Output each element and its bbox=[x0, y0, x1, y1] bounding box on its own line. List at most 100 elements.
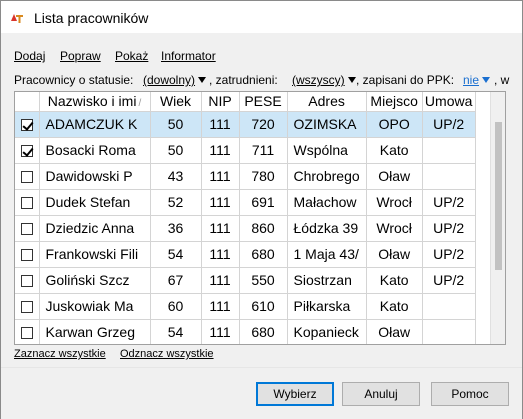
cell-contract bbox=[422, 293, 476, 320]
cell-city: Wrocł bbox=[366, 189, 423, 216]
status-filter-label: Pracownicy o statusie: bbox=[14, 73, 134, 87]
cell-city: Oław bbox=[366, 163, 423, 190]
cell-city: Kato bbox=[366, 293, 423, 320]
choose-button[interactable]: Wybierz bbox=[256, 382, 334, 406]
cell-name: Karwan Grzeg bbox=[39, 319, 151, 344]
help-button[interactable]: Pomoc bbox=[431, 382, 509, 406]
ppk-filter-dropdown[interactable]: nie bbox=[463, 73, 491, 87]
row-checkbox-cell bbox=[15, 241, 40, 268]
cell-address: Wspólna bbox=[287, 137, 367, 164]
table-row[interactable]: Dudek Stefan 52 111 691 Małachow Wrocł UP/2 bbox=[15, 189, 476, 216]
cell-name: Bosacki Roma bbox=[39, 137, 151, 164]
column-header-nip[interactable]: NIP bbox=[201, 92, 240, 112]
table-row[interactable]: Goliński Szcz 67 111 550 Siostrzan Kato UP/2 bbox=[15, 267, 476, 294]
checkbox-unchecked-icon[interactable] bbox=[20, 171, 33, 184]
deselect-all-link[interactable]: Odznacz wszystkie bbox=[120, 348, 214, 360]
sort-indicator-icon: / bbox=[138, 98, 142, 110]
column-header-check[interactable] bbox=[15, 92, 40, 112]
cell-age: 43 bbox=[150, 163, 202, 190]
employee-grid[interactable]: Nazwisko i imi / Wiek NIP PESE Adres Miej… bbox=[14, 91, 506, 345]
cell-name: Goliński Szcz bbox=[39, 267, 151, 294]
column-header-pesel[interactable]: PESE bbox=[239, 92, 288, 112]
row-checkbox-cell bbox=[15, 319, 40, 344]
table-row[interactable]: ADAMCZUK K 50 111 720 OZIMSKA OPO UP/2 bbox=[15, 111, 476, 138]
window-title: Lista pracowników bbox=[34, 10, 149, 26]
employment-filter-value: (wszyscy) bbox=[292, 73, 345, 87]
checkbox-unchecked-icon[interactable] bbox=[20, 327, 33, 340]
cell-age: 50 bbox=[150, 111, 202, 138]
cell-address: Chrobrego bbox=[287, 163, 367, 190]
cell-age: 52 bbox=[150, 189, 202, 216]
menu-add[interactable]: Dodaj bbox=[14, 49, 45, 63]
table-row[interactable]: Dawidowski P 43 111 780 Chrobrego Oław bbox=[15, 163, 476, 190]
table-header-row: Nazwisko i imi / Wiek NIP PESE Adres Miej… bbox=[15, 92, 476, 112]
column-header-name-label: Nazwisko i imi bbox=[47, 93, 137, 110]
employment-filter-dropdown[interactable]: (wszyscy) bbox=[292, 73, 356, 87]
table-row[interactable]: Dziedzic Anna 36 111 860 Łódzka 39 Wrocł UP/2 bbox=[15, 215, 476, 242]
cell-nip: 111 bbox=[201, 241, 240, 268]
cell-address: Małachow bbox=[287, 189, 367, 216]
button-bar: Wybierz Anuluj Pomoc bbox=[1, 367, 522, 419]
cell-city: Kato bbox=[366, 137, 423, 164]
select-all-link[interactable]: Zaznacz wszystkie bbox=[14, 348, 106, 360]
ppk-filter-label: , zapisani do PPK: bbox=[356, 73, 455, 87]
cell-contract bbox=[422, 319, 476, 344]
status-filter-dropdown[interactable]: (dowolny) bbox=[143, 73, 207, 87]
cell-nip: 111 bbox=[201, 111, 240, 138]
ppk-filter-value: nie bbox=[463, 73, 480, 87]
scrollbar-thumb[interactable] bbox=[495, 122, 502, 270]
cell-city: Wrocł bbox=[366, 215, 423, 242]
row-checkbox-cell bbox=[15, 163, 40, 190]
cell-name: Dawidowski P bbox=[39, 163, 151, 190]
column-header-contract[interactable]: Umowa bbox=[422, 92, 476, 112]
cell-nip: 111 bbox=[201, 163, 240, 190]
column-header-address[interactable]: Adres bbox=[287, 92, 367, 112]
cell-pesel: 550 bbox=[239, 267, 288, 294]
checkbox-unchecked-icon[interactable] bbox=[20, 301, 33, 314]
filter-trailing-text: , w bbox=[494, 73, 510, 87]
checkbox-unchecked-icon[interactable] bbox=[20, 197, 33, 210]
cell-pesel: 860 bbox=[239, 215, 288, 242]
cell-city: Oław bbox=[366, 241, 423, 268]
cell-pesel: 680 bbox=[239, 319, 288, 344]
row-checkbox-cell bbox=[15, 189, 40, 216]
checkbox-unchecked-icon[interactable] bbox=[20, 249, 33, 262]
cell-pesel: 780 bbox=[239, 163, 288, 190]
row-checkbox-cell bbox=[15, 137, 40, 164]
menu-show[interactable]: Pokaż bbox=[115, 49, 148, 63]
cell-nip: 111 bbox=[201, 215, 240, 242]
cell-name: Frankowski Fili bbox=[39, 241, 151, 268]
filter-bar: Pracownicy o statusie: (dowolny) , zatru… bbox=[14, 73, 519, 89]
column-header-age[interactable]: Wiek bbox=[150, 92, 202, 112]
table-row[interactable]: Karwan Grzeg 54 111 680 Kopanieck Oław bbox=[15, 319, 476, 344]
menu-edit[interactable]: Popraw bbox=[60, 49, 101, 63]
cell-name: ADAMCZUK K bbox=[38, 111, 151, 138]
row-checkbox-cell bbox=[15, 215, 40, 242]
vertical-scrollbar[interactable] bbox=[490, 92, 505, 344]
checkbox-checked-icon[interactable] bbox=[20, 119, 33, 132]
checkbox-unchecked-icon[interactable] bbox=[20, 223, 33, 236]
cancel-button[interactable]: Anuluj bbox=[342, 382, 420, 406]
cell-contract: UP/2 bbox=[422, 189, 476, 216]
table-body: ADAMCZUK K 50 111 720 OZIMSKA OPO UP/2 Bosacki … bbox=[15, 111, 476, 344]
menu-informator[interactable]: Informator bbox=[161, 49, 216, 63]
checkbox-checked-icon[interactable] bbox=[20, 145, 33, 158]
cell-age: 50 bbox=[150, 137, 202, 164]
table-row[interactable]: Frankowski Fili 54 111 680 1 Maja 43/Oław UP/… bbox=[15, 241, 476, 268]
cell-pesel: 691 bbox=[239, 189, 288, 216]
cell-contract: UP/2 bbox=[422, 267, 476, 294]
cell-contract bbox=[422, 137, 476, 164]
table-row[interactable]: Bosacki Roma 50 111 711 Wspólna Kato bbox=[15, 137, 476, 164]
cell-age: 54 bbox=[150, 319, 202, 344]
column-header-city[interactable]: Miejsco bbox=[366, 92, 423, 112]
table-row[interactable]: Juskowiak Ma 60 111 610 Piłkarska Kato bbox=[15, 293, 476, 320]
employee-table: Nazwisko i imi / Wiek NIP PESE Adres Miej… bbox=[15, 92, 476, 344]
checkbox-unchecked-icon[interactable] bbox=[20, 275, 33, 288]
column-header-name[interactable]: Nazwisko i imi / bbox=[39, 92, 151, 112]
cell-contract bbox=[422, 163, 476, 190]
cell-pesel: 720 bbox=[239, 111, 288, 138]
cell-address: Łódzka 39 bbox=[287, 215, 367, 242]
employee-list-dialog: Lista pracowników Dodaj Popraw Pokaż Inf… bbox=[0, 0, 523, 419]
cell-address: Piłkarska bbox=[287, 293, 367, 320]
cell-pesel: 711 bbox=[239, 137, 288, 164]
